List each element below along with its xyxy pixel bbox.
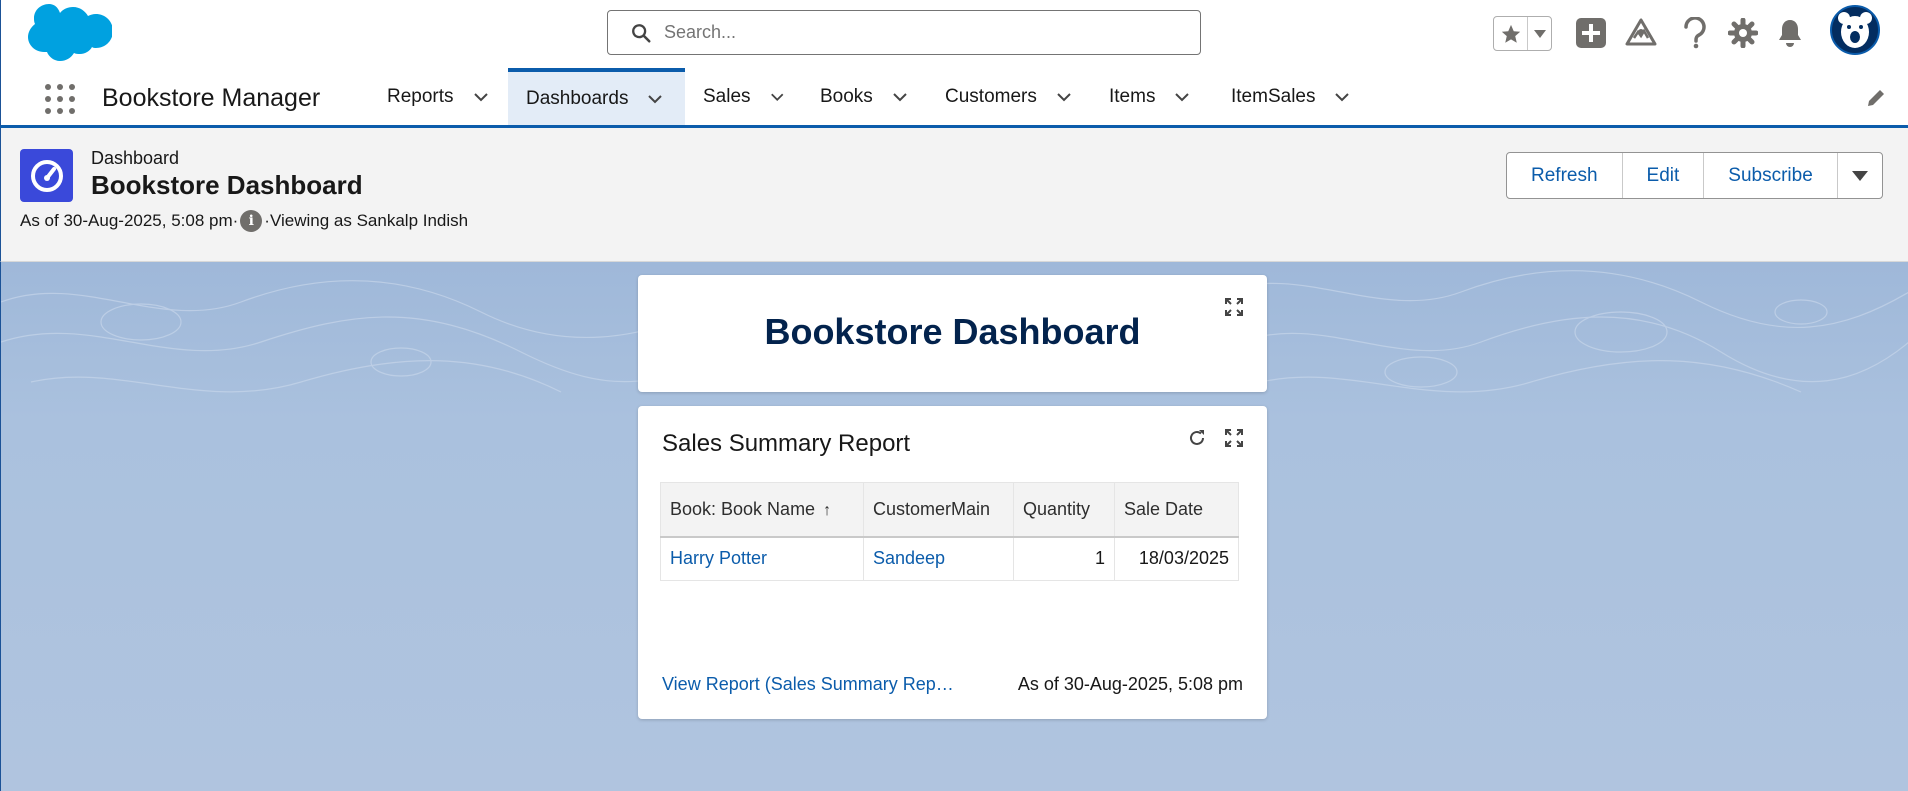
refresh-button[interactable]: Refresh	[1507, 153, 1623, 198]
column-header-sale-date[interactable]: Sale Date	[1114, 482, 1239, 538]
chevron-down-icon[interactable]	[472, 88, 490, 106]
column-header-label: Book: Book Name	[670, 498, 816, 519]
nav-tab-label: Items	[1109, 85, 1156, 107]
chevron-down-icon[interactable]	[891, 88, 909, 106]
refresh-icon[interactable]	[1187, 428, 1207, 448]
favorites-dropdown-icon[interactable]	[1528, 17, 1551, 50]
widget-as-of-timestamp: As of 30-Aug-2025, 5:08 pm	[1017, 674, 1243, 694]
book-name-link[interactable]: Harry Potter	[660, 536, 864, 581]
help-icon[interactable]	[1676, 14, 1714, 52]
object-type-label: Dashboard	[91, 148, 180, 168]
nav-tab-dashboards[interactable]: Dashboards	[508, 68, 685, 125]
chevron-down-icon	[1851, 170, 1868, 181]
salesforce-logo[interactable]	[24, 4, 112, 64]
nav-tab-items[interactable]: Items	[1091, 68, 1206, 125]
app-name: Bookstore Manager	[102, 84, 321, 112]
subscribe-button[interactable]: Subscribe	[1704, 153, 1838, 198]
edit-button[interactable]: Edit	[1623, 153, 1705, 198]
customer-link[interactable]: Sandeep	[863, 536, 1014, 581]
quantity-cell: 1	[1013, 536, 1115, 581]
column-header-book-name[interactable]: Book: Book Name ↑	[660, 482, 864, 538]
report-widget-title: Sales Summary Report	[662, 430, 911, 457]
setup-gear-icon[interactable]	[1724, 14, 1762, 52]
column-header-quantity[interactable]: Quantity	[1013, 482, 1115, 538]
nav-tab-customers[interactable]: Customers	[927, 68, 1087, 125]
view-report-link[interactable]: View Report (Sales Summary Rep…	[662, 674, 954, 695]
sales-summary-report-widget: Sales Summary Report Book: Book Name ↑ Cu…	[638, 406, 1267, 719]
nav-tab-label: Customers	[945, 85, 1037, 107]
dashboard-gauge-icon	[20, 149, 73, 202]
as-of-timestamp: As of 30-Aug-2025, 5:08 pm·	[20, 211, 239, 230]
chevron-down-icon[interactable]	[646, 90, 664, 108]
dashboard-title-widget-text: Bookstore Dashboard	[764, 311, 1141, 352]
avatar-bear-icon	[1838, 12, 1872, 48]
chevron-down-icon[interactable]	[1333, 88, 1351, 106]
app-launcher-icon[interactable]	[43, 82, 77, 116]
viewing-as-text: ·Viewing as Sankalp Indish	[264, 211, 469, 230]
report-table: Book: Book Name ↑ CustomerMain Quantity S…	[660, 482, 1239, 581]
sort-ascending-icon[interactable]: ↑	[823, 502, 831, 520]
nav-tab-sales[interactable]: Sales	[685, 68, 785, 125]
global-header: Search...	[0, 0, 1908, 68]
chevron-down-icon[interactable]	[1173, 88, 1191, 106]
chevron-down-icon[interactable]	[1055, 88, 1073, 106]
favorites-star-icon[interactable]	[1494, 17, 1528, 50]
column-header-customer[interactable]: CustomerMain	[863, 482, 1014, 538]
search-placeholder: Search...	[664, 22, 737, 42]
expand-icon[interactable]	[1224, 428, 1244, 448]
chevron-down-icon[interactable]	[769, 88, 785, 106]
search-icon	[632, 23, 651, 43]
title-widget: Bookstore Dashboard	[638, 275, 1267, 392]
nav-tab-label: Books	[820, 85, 873, 107]
table-header-row: Book: Book Name ↑ CustomerMain Quantity S…	[660, 482, 1239, 538]
expand-icon[interactable]	[1224, 297, 1244, 317]
table-row: Harry Potter Sandeep 1 18/03/2025	[660, 536, 1239, 581]
app-navigation-bar: Bookstore Manager Reports Dashboards Sal…	[0, 68, 1908, 128]
info-icon[interactable]: i	[240, 210, 263, 232]
nav-tab-reports[interactable]: Reports	[369, 68, 493, 125]
more-actions-button[interactable]	[1838, 153, 1882, 198]
sale-date-cell: 18/03/2025	[1114, 536, 1239, 581]
notifications-bell-icon[interactable]	[1771, 14, 1809, 52]
nav-tab-label: ItemSales	[1231, 85, 1316, 107]
dashboard-meta: As of 30-Aug-2025, 5:08 pm· i ·Viewing a…	[20, 210, 468, 232]
user-avatar[interactable]	[1830, 5, 1880, 55]
edit-nav-pencil-icon[interactable]	[1866, 88, 1886, 108]
nav-tab-itemsales[interactable]: ItemSales	[1213, 68, 1363, 125]
global-actions-add-icon[interactable]	[1572, 14, 1610, 52]
nav-tab-label: Dashboards	[526, 87, 629, 109]
nav-tab-books[interactable]: Books	[802, 68, 922, 125]
record-page-header: Dashboard Bookstore Dashboard As of 30-A…	[0, 128, 1908, 262]
header-button-group: Refresh Edit Subscribe	[1506, 152, 1883, 199]
favorites-control[interactable]	[1493, 16, 1552, 51]
global-search-input[interactable]: Search...	[607, 10, 1201, 55]
trailhead-guidance-icon[interactable]	[1622, 14, 1660, 52]
nav-tab-label: Reports	[387, 85, 454, 107]
page-title: Bookstore Dashboard	[91, 170, 363, 200]
nav-tab-label: Sales	[703, 85, 751, 107]
